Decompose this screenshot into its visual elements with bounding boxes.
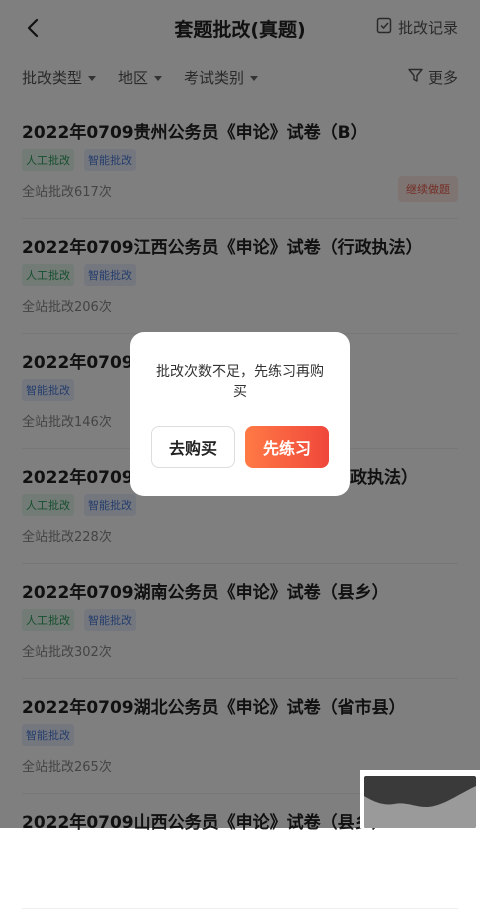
dialog-message: 批改次数不足，先练习再购买 — [156, 364, 324, 400]
thumbnail-image — [364, 776, 476, 828]
insufficient-quota-dialog: 批改次数不足，先练习再购买 去购买 先练习 — [130, 332, 350, 496]
floating-thumbnail[interactable] — [360, 770, 480, 828]
practice-button[interactable]: 先练习 — [245, 426, 329, 468]
buy-button[interactable]: 去购买 — [151, 426, 235, 468]
